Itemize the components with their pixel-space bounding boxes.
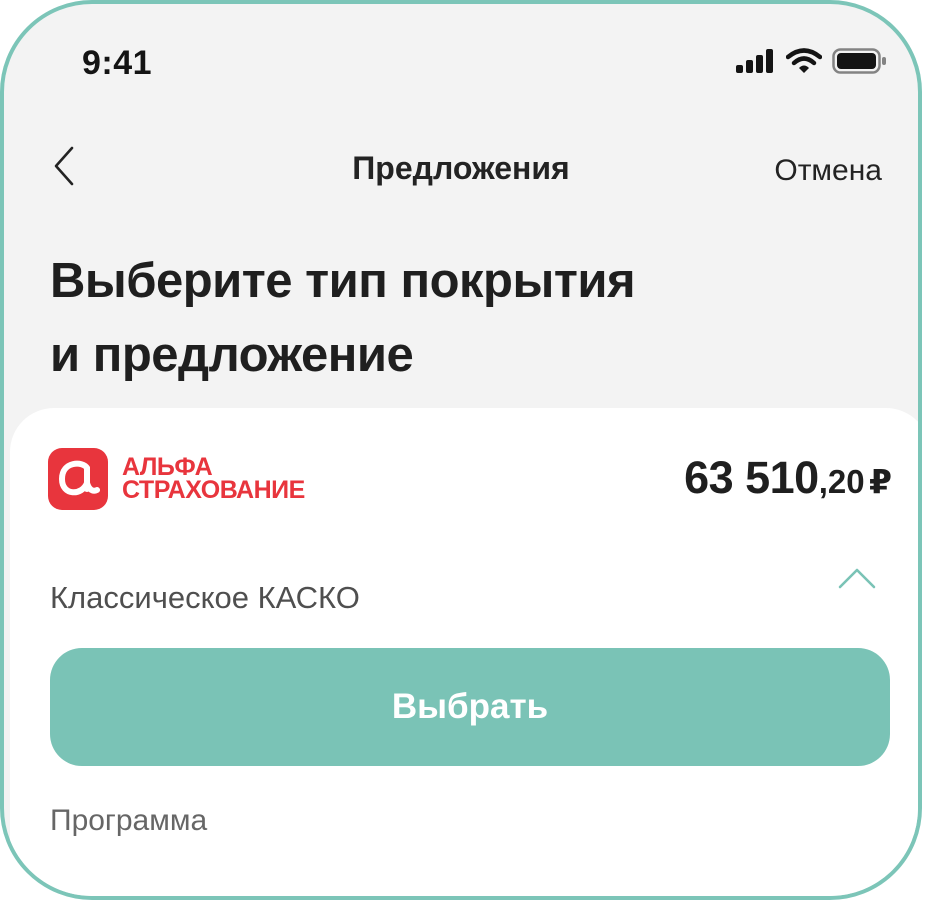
chevron-up-icon <box>838 567 876 594</box>
phone-screen: 9:41 Предложения Отмена Выберите тип пок… <box>0 0 922 900</box>
status-time: 9:41 <box>82 44 153 82</box>
navigation-bar: Предложения Отмена <box>4 134 918 204</box>
signal-icon <box>736 49 776 78</box>
insurer-name: АЛЬФА СТРАХОВАНИЕ <box>122 455 305 504</box>
wifi-icon <box>785 48 823 79</box>
currency-symbol: ₽ <box>869 463 892 500</box>
cancel-button[interactable]: Отмена <box>774 154 882 188</box>
collapse-button[interactable] <box>832 560 882 600</box>
status-bar: 9:41 <box>4 4 918 124</box>
coverage-type: Классическое КАСКО <box>50 580 360 615</box>
battery-icon <box>832 48 888 79</box>
offer-card: АЛЬФА СТРАХОВАНИЕ 63 510,20 ₽ Классическ… <box>10 408 918 896</box>
program-label: Программа <box>50 804 208 837</box>
insurer-brand: АЛЬФА СТРАХОВАНИЕ <box>48 448 305 510</box>
price-integer: 63 510 <box>684 452 819 503</box>
offer-price: 63 510,20 ₽ <box>684 452 892 504</box>
heading-line-1: Выберите тип покрытия <box>50 254 636 308</box>
status-icons <box>736 48 888 79</box>
select-button[interactable]: Выбрать <box>50 648 890 766</box>
alfa-logo-icon <box>48 448 108 510</box>
insurer-name-line-2: СТРАХОВАНИЕ <box>122 476 305 504</box>
page-heading: Выберите тип покрытия и предложение <box>50 244 870 392</box>
price-fraction: ,20 <box>818 463 865 500</box>
heading-line-2: и предложение <box>50 328 414 382</box>
